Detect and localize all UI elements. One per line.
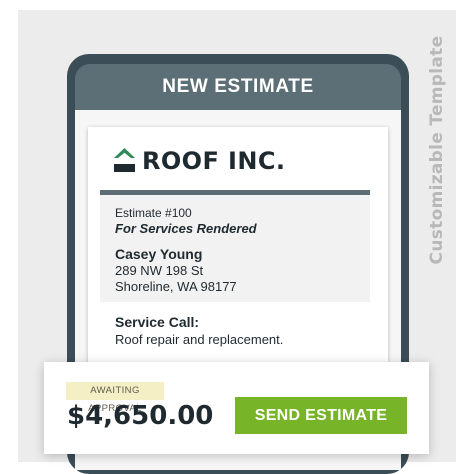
- send-estimate-button[interactable]: SEND ESTIMATE: [235, 397, 407, 434]
- house-roof-icon: [114, 148, 135, 172]
- estimate-subtitle: For Services Rendered: [115, 221, 257, 236]
- estimate-number: Estimate #100: [115, 206, 192, 220]
- total-amount: $4,650.00: [67, 401, 214, 431]
- service-description: Roof repair and replacement.: [115, 332, 284, 347]
- side-label: Customizable Template: [427, 35, 447, 265]
- phone-header: NEW ESTIMATE: [75, 64, 401, 110]
- customer-name: Casey Young: [115, 246, 203, 262]
- page-title: NEW ESTIMATE: [162, 76, 314, 97]
- customer-address-line2: Shoreline, WA 98177: [115, 279, 237, 294]
- company-name: ROOF INC.: [142, 147, 286, 175]
- customer-address-line1: 289 NW 198 St: [115, 263, 204, 278]
- status-badge: AWAITING APPROVAL: [66, 382, 164, 414]
- service-title: Service Call:: [115, 314, 200, 330]
